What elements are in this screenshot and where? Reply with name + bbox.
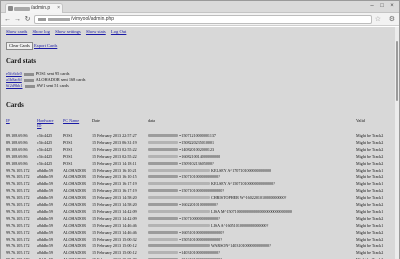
bookmark-star-icon[interactable]: ☆ [375,15,381,23]
redacted-card-number [148,189,178,193]
tab-title: /admin.p [31,5,51,11]
back-icon[interactable]: ← [3,15,12,24]
redacted-card-number [148,168,210,172]
card-stats-heading: Card stats [6,58,37,65]
redacted-card-number [148,196,210,200]
hardware-id-link[interactable]: a1b8ac6f [6,77,22,82]
nav-show-settings-link[interactable]: Show settings [55,29,81,34]
nav-logout-link[interactable]: Log Out [111,29,126,34]
redacted-card-number [148,251,178,255]
tab-bar: /admin.p × – □ × [1,1,399,13]
table-header: IP Hardware ID PC Name Date data Valid [6,118,396,131]
redacted-value [23,78,34,82]
redacted-card-number [148,147,178,151]
redacted-url-host [48,18,70,21]
stat-text: POS1 sent 95 cards [35,71,70,76]
column-header-valid: Valid [356,118,365,123]
window-close-icon[interactable]: × [387,2,397,11]
column-header-ip[interactable]: IP [6,118,10,124]
hardware-id-link[interactable]: e5fc6dc0 [6,71,22,76]
clear-cards-button[interactable]: Clear Cards [6,42,33,50]
redacted-card-number [148,223,210,227]
redacted-card-number [148,140,178,144]
minimize-icon[interactable]: – [367,2,377,11]
nav-show-log-link[interactable]: Show log [32,29,50,34]
vertical-scrollbar[interactable] [395,27,399,259]
redacted-card-number [148,237,178,241]
redacted-card-number [148,230,178,234]
browser-tab[interactable]: /admin.p × [5,3,63,13]
redacted-card-number [148,182,210,186]
redacted-card-number [148,161,178,165]
forward-icon[interactable]: → [13,15,22,24]
column-header-date: Date [92,118,100,123]
url-text: /vimyool/admin.php [71,16,115,22]
admin-nav: Show cards Show log Show settings Show s… [6,29,130,35]
stat-text: ALOHADOR sent 168 cards [35,77,86,82]
hardware-id-link[interactable]: 6f2d9bb1 [6,83,22,88]
redacted-card-number [148,203,178,206]
redacted-card-number [148,209,210,213]
favicon-icon [8,6,13,11]
redacted-url-scheme [38,18,46,21]
maximize-icon[interactable]: □ [377,2,387,11]
column-header-pc-name[interactable]: PC Name [63,118,79,124]
stat-line: a1b8ac6f ALOHADOR sent 168 cards [6,77,85,82]
stat-text: SW1 sent 51 cards [36,83,69,88]
redacted-value [23,72,34,76]
stat-line: e5fc6dc0 POS1 sent 95 cards [6,71,69,76]
stat-line: 6f2d9bb1 SW1 sent 51 cards [6,83,69,88]
address-bar: ← → ↻ /vimyool/admin.php ☆ ⚙ [1,13,399,26]
export-cards-link[interactable]: Export Cards [34,43,57,48]
redacted-card-number [148,244,210,248]
redacted-card-number [148,175,178,179]
redacted-tab-text [14,7,30,11]
settings-icon[interactable]: ⚙ [389,15,395,23]
redacted-card-number [148,154,178,158]
tab-close-icon[interactable]: × [57,4,60,13]
scrollbar-thumb[interactable] [396,41,398,101]
column-header-data: data [148,118,155,123]
redacted-value [24,84,35,88]
nav-show-cards-link[interactable]: Show cards [6,29,27,34]
page-content: Show cards Show log Show settings Show s… [1,27,399,259]
cards-heading: Cards [6,102,24,109]
redacted-card-number [148,216,178,220]
browser-window: /admin.p × – □ × ← → ↻ /vimyool/admin.ph… [0,0,400,259]
nav-show-stats-link[interactable]: Show stats [86,29,106,34]
reload-icon[interactable]: ↻ [23,15,32,24]
column-header-hardware-id[interactable]: Hardware ID [37,118,55,128]
redacted-card-number [148,134,178,137]
url-input[interactable]: /vimyool/admin.php [34,15,372,24]
